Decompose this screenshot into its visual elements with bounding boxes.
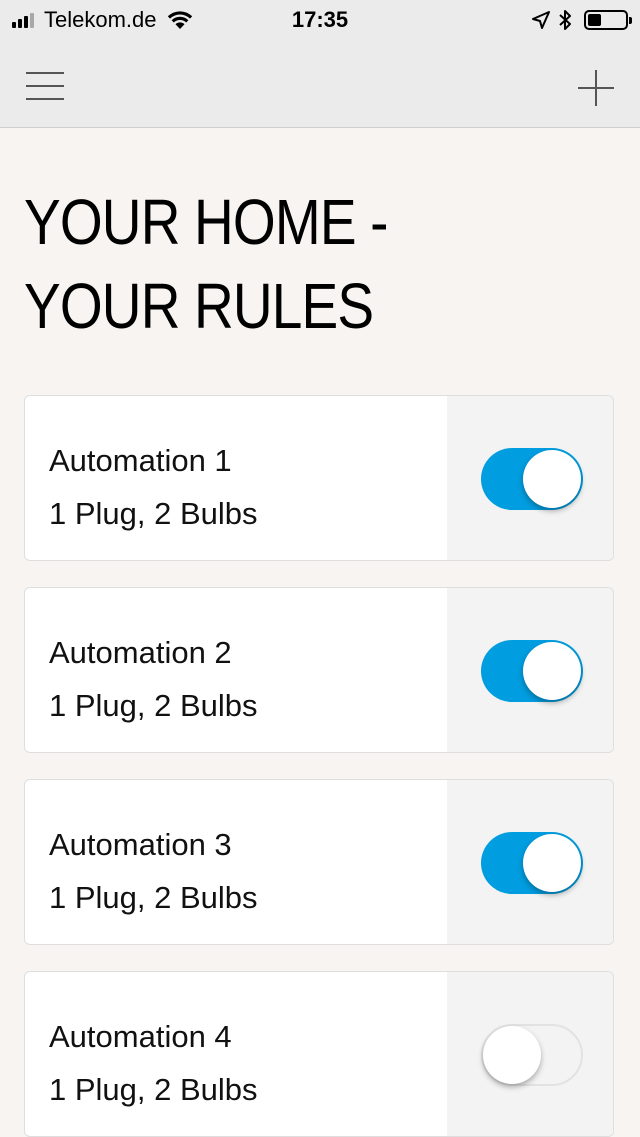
automation-description: 1 Plug, 2 Bulbs <box>49 880 258 915</box>
automation-info: Automation 1 1 Plug, 2 Bulbs <box>49 434 258 540</box>
automation-card-1[interactable]: Automation 1 1 Plug, 2 Bulbs <box>24 395 614 561</box>
automation-card-4[interactable]: Automation 4 1 Plug, 2 Bulbs <box>24 971 614 1137</box>
automation-description: 1 Plug, 2 Bulbs <box>49 688 258 723</box>
toggle-knob <box>523 642 581 700</box>
battery-nub <box>629 17 632 24</box>
toggle-area <box>447 588 613 752</box>
automation-name: Automation 2 <box>49 635 232 670</box>
automation-name: Automation 4 <box>49 1019 232 1054</box>
hamburger-menu-icon[interactable] <box>26 72 64 100</box>
page-title-line-2: YOUR RULES <box>24 270 374 342</box>
automation-toggle[interactable] <box>481 640 583 702</box>
automation-toggle[interactable] <box>481 1024 583 1086</box>
battery-fill <box>588 14 601 26</box>
battery-icon <box>584 10 632 30</box>
toggle-area <box>447 972 613 1136</box>
location-arrow-icon <box>532 11 550 29</box>
automation-info: Automation 4 1 Plug, 2 Bulbs <box>49 1010 258 1116</box>
automation-toggle[interactable] <box>481 832 583 894</box>
status-right <box>524 8 632 32</box>
automation-description: 1 Plug, 2 Bulbs <box>49 496 258 531</box>
status-bar: Telekom.de 17:35 <box>0 0 640 40</box>
bluetooth-icon <box>559 10 571 30</box>
toggle-knob <box>523 834 581 892</box>
automation-toggle[interactable] <box>481 448 583 510</box>
automation-name: Automation 1 <box>49 443 232 478</box>
automation-description: 1 Plug, 2 Bulbs <box>49 1072 258 1107</box>
nav-bar <box>0 40 640 128</box>
page-title-line-1: YOUR HOME - <box>24 186 388 258</box>
automation-name: Automation 3 <box>49 827 232 862</box>
toggle-area <box>447 780 613 944</box>
automation-info: Automation 3 1 Plug, 2 Bulbs <box>49 818 258 924</box>
automation-card-3[interactable]: Automation 3 1 Plug, 2 Bulbs <box>24 779 614 945</box>
toggle-area <box>447 396 613 560</box>
page-title: YOUR HOME - YOUR RULES <box>24 180 540 348</box>
automation-info: Automation 2 1 Plug, 2 Bulbs <box>49 626 258 732</box>
plus-icon[interactable] <box>578 70 614 106</box>
toggle-knob <box>523 450 581 508</box>
automation-card-2[interactable]: Automation 2 1 Plug, 2 Bulbs <box>24 587 614 753</box>
toggle-knob <box>483 1026 541 1084</box>
